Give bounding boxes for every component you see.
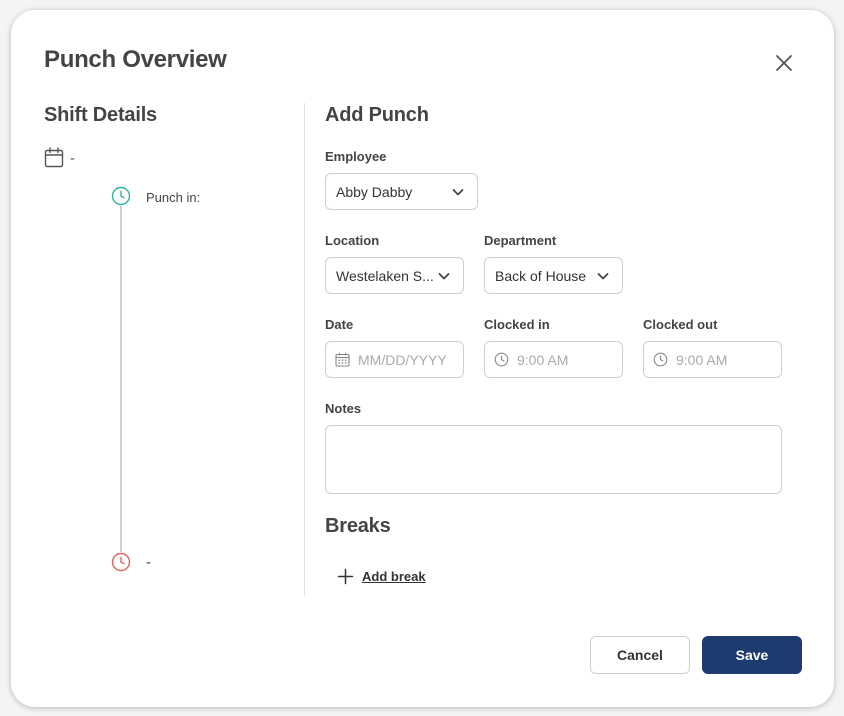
clock-icon <box>653 352 668 367</box>
shift-date-value: - <box>70 150 75 167</box>
clocked-out-input[interactable]: 9:00 AM <box>643 341 782 378</box>
save-button[interactable]: Save <box>702 636 802 674</box>
date-placeholder: MM/DD/YYYY <box>358 351 447 368</box>
punch-overview-dialog: Punch Overview Shift Details - Punch in:… <box>11 10 834 707</box>
calendar-icon <box>335 352 350 367</box>
clock-icon <box>494 352 509 367</box>
cancel-button[interactable]: Cancel <box>590 636 690 674</box>
clocked-in-label: Clocked in <box>484 317 550 332</box>
clocked-in-input[interactable]: 9:00 AM <box>484 341 623 378</box>
clocked-in-placeholder: 9:00 AM <box>517 351 569 368</box>
department-label: Department <box>484 233 557 248</box>
date-input[interactable]: MM/DD/YYYY <box>325 341 464 378</box>
timeline-line <box>120 206 122 561</box>
chevron-down-icon <box>438 272 450 279</box>
notes-textarea[interactable] <box>325 425 782 494</box>
date-label: Date <box>325 317 354 332</box>
department-select[interactable]: Back of House <box>484 257 623 294</box>
add-punch-title: Add Punch <box>325 104 429 126</box>
dialog-title: Punch Overview <box>44 46 227 73</box>
chevron-down-icon <box>452 188 464 195</box>
employee-select[interactable]: Abby Dabby <box>325 173 478 210</box>
breaks-title: Breaks <box>325 515 391 537</box>
clocked-out-placeholder: 9:00 AM <box>676 351 728 368</box>
add-break-label: Add break <box>362 569 426 584</box>
punch-in-label: Punch in: <box>146 190 201 205</box>
location-select[interactable]: Westelaken S... <box>325 257 464 294</box>
employee-select-value: Abby Dabby <box>336 183 413 200</box>
punch-out-value: - <box>146 554 151 571</box>
department-select-value: Back of House <box>495 267 587 284</box>
close-icon[interactable] <box>773 52 795 74</box>
employee-label: Employee <box>325 149 387 164</box>
column-divider <box>304 103 305 596</box>
calendar-icon <box>44 147 64 168</box>
punch-in-clock-icon <box>111 186 131 206</box>
plus-icon <box>337 568 354 585</box>
location-label: Location <box>325 233 380 248</box>
clocked-out-label: Clocked out <box>643 317 718 332</box>
punch-out-clock-icon <box>111 552 131 572</box>
location-select-value: Westelaken S... <box>336 267 434 284</box>
notes-label: Notes <box>325 401 362 416</box>
add-break-button[interactable]: Add break <box>337 568 426 585</box>
chevron-down-icon <box>597 272 609 279</box>
shift-details-title: Shift Details <box>44 104 157 126</box>
